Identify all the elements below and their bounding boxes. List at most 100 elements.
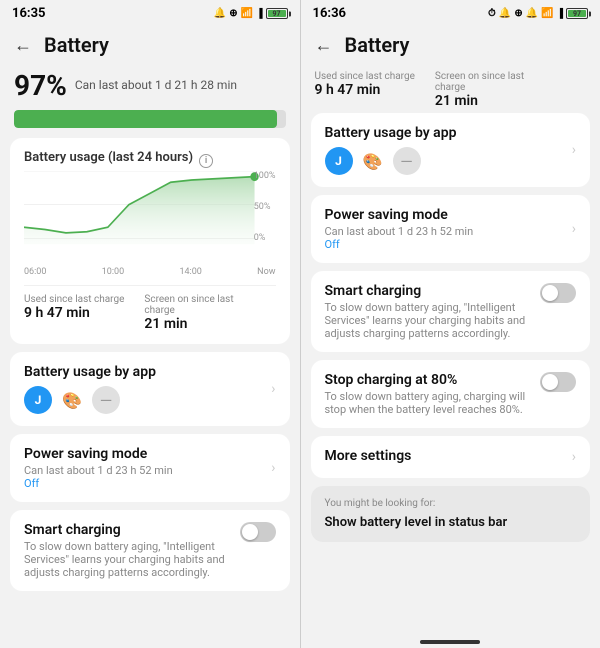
power-saving-content-left: Power saving mode Can last about 1 d 23 …	[24, 446, 271, 490]
power-saving-title-right: Power saving mode	[325, 207, 572, 223]
battery-icon-left: 97	[266, 8, 288, 19]
power-saving-mode-left[interactable]: Power saving mode Can last about 1 d 23 …	[10, 434, 290, 502]
status-icons-left: 🔔 ⊕ 📶 ▐ 97	[214, 8, 288, 19]
app-icon-dash: —	[92, 386, 120, 414]
scroll-content-left[interactable]: 97% Can last about 1 d 21 h 28 min Batte…	[0, 63, 300, 648]
smart-charging-toggle-right[interactable]	[540, 283, 576, 303]
right-panel: 16:36 ⏱ 🔔 ⊕ 🔔 📶 ▐ 97 ← Battery Used sinc…	[301, 0, 600, 648]
chart-label-0: 0%	[254, 233, 276, 243]
used-since-charge-left: Used since last charge 9 h 47 min	[24, 294, 124, 332]
status-bar-left: 16:35 🔔 ⊕ 📶 ▐ 97	[0, 0, 300, 25]
screen-on-label-left: Screen on since lastcharge	[144, 294, 233, 316]
chevron-power-saving-right: ›	[572, 221, 576, 237]
chart-time-labels: 06:00 10:00 14:00 Now	[24, 267, 276, 277]
signal-icon: ▐	[256, 8, 262, 19]
smart-charging-card-left: Smart charging To slow down battery agin…	[10, 510, 290, 591]
top-bar-right: ← Battery	[301, 25, 600, 63]
smart-charging-content-left: Smart charging To slow down battery agin…	[24, 522, 240, 579]
app-icon-dash-right: —	[393, 147, 421, 175]
stop-charging-row: Stop charging at 80% To slow down batter…	[325, 372, 577, 416]
stop-charging-title: Stop charging at 80%	[325, 372, 531, 388]
page-title-right: Battery	[345, 33, 410, 57]
time-label-2: 10:00	[102, 267, 124, 277]
smart-charging-sub-right: To slow down battery aging, "Intelligent…	[325, 301, 531, 340]
signal-icon-right: ▐	[557, 8, 563, 19]
chevron-more-settings: ›	[572, 449, 576, 465]
back-button-right[interactable]: ←	[315, 35, 333, 56]
time-right: 16:36	[313, 6, 347, 21]
app-icon-right-1: J	[325, 147, 353, 175]
app-icons-row-left: J 🎨 —	[24, 386, 271, 414]
can-last-text: Can last about 1 d 21 h 28 min	[75, 78, 237, 94]
smart-charging-toggle-left[interactable]	[240, 522, 276, 542]
toggle-knob-left	[242, 524, 258, 540]
battery-chart-svg	[24, 171, 276, 261]
power-saving-status-right: Off	[325, 238, 572, 251]
chevron-battery-app-right: ›	[572, 142, 576, 158]
power-saving-title-left: Power saving mode	[24, 446, 271, 462]
chart-label-100: 100%	[254, 171, 276, 181]
smart-charging-title-left: Smart charging	[24, 522, 230, 538]
chart-area: 100% 50% 0%	[24, 171, 276, 261]
time-label-1: 06:00	[24, 267, 46, 277]
chart-labels-right: 100% 50% 0%	[254, 171, 276, 243]
battery-app-left-content: Battery usage by app J 🎨 —	[24, 364, 271, 414]
suggestion-item[interactable]: Show battery level in status bar	[325, 515, 577, 530]
apps-icon: ⊕	[229, 8, 237, 19]
app-icon-2: 🎨	[58, 386, 86, 414]
screen-on-label-right: Screen on since lastcharge	[435, 71, 524, 93]
suggestion-card[interactable]: You might be looking for: Show battery l…	[311, 486, 591, 542]
chevron-power-saving-left: ›	[271, 460, 275, 476]
home-indicator-right	[420, 640, 480, 644]
used-since-value-right: 9 h 47 min	[315, 82, 415, 98]
wifi-icon: 📶	[241, 8, 253, 19]
screen-on-since-left: Screen on since lastcharge 21 min	[144, 294, 233, 332]
power-saving-mode-right[interactable]: Power saving mode Can last about 1 d 23 …	[311, 195, 591, 263]
screen-on-value-left: 21 min	[144, 316, 233, 332]
battery-usage-by-app-right[interactable]: Battery usage by app J 🎨 — ›	[311, 113, 591, 187]
chart-card: Battery usage (last 24 hours) i	[10, 138, 290, 344]
stop-charging-content: Stop charging at 80% To slow down batter…	[325, 372, 541, 416]
status-bar-right: 16:36 ⏱ 🔔 ⊕ 🔔 📶 ▐ 97	[301, 0, 600, 25]
timer-icon-right: ⏱	[488, 8, 496, 19]
battery-icon-right: 97	[566, 8, 588, 19]
wifi-icon-right: 📶	[541, 8, 553, 19]
right-scroll-content[interactable]: Used since last charge 9 h 47 min Screen…	[301, 63, 600, 628]
power-saving-sub-left: Can last about 1 d 23 h 52 min	[24, 464, 271, 477]
screen-on-value-right: 21 min	[435, 93, 524, 109]
battery-app-right-content: Battery usage by app J 🎨 —	[325, 125, 572, 175]
screen-on-since-right: Screen on since lastcharge 21 min	[435, 71, 524, 109]
app-icon-1: J	[24, 386, 52, 414]
more-settings-title: More settings	[325, 448, 572, 464]
app-icon-right-2: 🎨	[359, 147, 387, 175]
chevron-battery-app-left: ›	[271, 381, 275, 397]
back-button-left[interactable]: ←	[14, 35, 32, 56]
suggestion-label: You might be looking for:	[325, 498, 577, 509]
battery-bar-fill	[14, 110, 277, 128]
chart-title-row: Battery usage (last 24 hours) i	[24, 150, 276, 171]
usage-stats-row-left: Used since last charge 9 h 47 min Screen…	[24, 285, 276, 332]
stop-charging-toggle[interactable]	[540, 372, 576, 392]
smart-charging-row-left: Smart charging To slow down battery agin…	[24, 522, 276, 579]
right-stat-row: Used since last charge 9 h 47 min Screen…	[311, 63, 591, 113]
top-bar-left: ← Battery	[0, 25, 300, 63]
more-settings-row[interactable]: More settings ›	[311, 436, 591, 478]
chart-title: Battery usage (last 24 hours)	[24, 150, 193, 165]
toggle-knob-stop	[542, 374, 558, 390]
battery-percent-text: 97%	[14, 69, 67, 102]
info-icon[interactable]: i	[199, 154, 213, 168]
used-since-charge-right: Used since last charge 9 h 47 min	[315, 71, 415, 109]
stop-charging-sub: To slow down battery aging, charging wil…	[325, 390, 531, 416]
battery-app-title-left: Battery usage by app	[24, 364, 271, 380]
battery-usage-by-app-left[interactable]: Battery usage by app J 🎨 — ›	[10, 352, 290, 426]
time-left: 16:35	[12, 6, 46, 21]
notification-icon: 🔔	[214, 8, 226, 19]
power-saving-sub-right: Can last about 1 d 23 h 52 min	[325, 225, 572, 238]
smart-charging-sub-left: To slow down battery aging, "Intelligent…	[24, 540, 230, 579]
notification-icon-right: 🔔	[499, 8, 511, 19]
smart-charging-title-right: Smart charging	[325, 283, 531, 299]
used-since-label-right: Used since last charge	[315, 71, 415, 82]
page-title-left: Battery	[44, 33, 109, 57]
apps-icon-right: ⊕	[514, 8, 522, 19]
chart-label-50: 50%	[254, 202, 276, 212]
